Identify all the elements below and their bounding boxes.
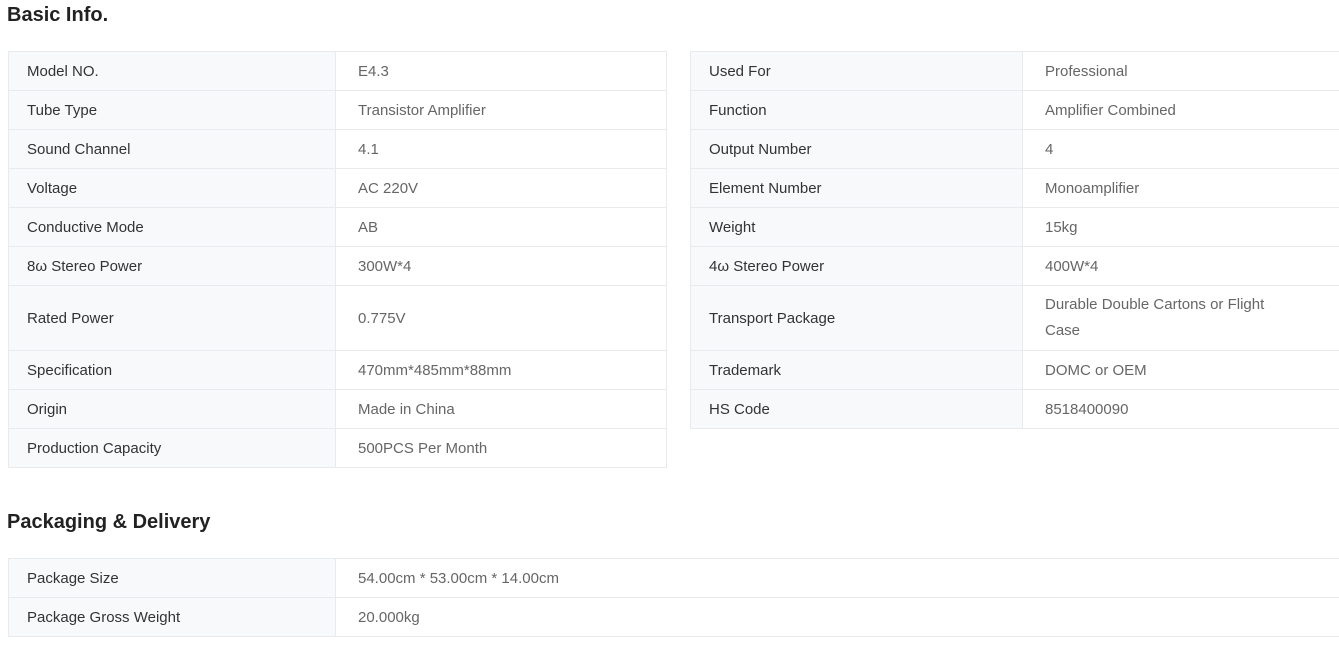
column-gap [667, 208, 691, 247]
empty-cell [691, 429, 1023, 468]
spec-row: Tube Type Transistor Amplifier Function … [9, 91, 1339, 130]
spec-value: 0.775V [336, 286, 667, 351]
spec-row: Package Size 54.00cm * 53.00cm * 14.00cm [9, 559, 1339, 598]
column-gap [667, 169, 691, 208]
spec-label: HS Code [691, 390, 1023, 429]
spec-value: 500PCS Per Month [336, 429, 667, 468]
spec-label: Conductive Mode [9, 208, 336, 247]
spec-row: Voltage AC 220V Element Number Monoampli… [9, 169, 1339, 208]
spec-value: Transistor Amplifier [336, 91, 667, 130]
spec-value: 54.00cm * 53.00cm * 14.00cm [336, 559, 1339, 598]
basic-info-table: Model NO. E4.3 Used For Professional Tub… [8, 51, 1339, 468]
spec-label: Package Size [9, 559, 336, 598]
spec-row: Production Capacity 500PCS Per Month [9, 429, 1339, 468]
spec-row: Specification 470mm*485mm*88mm Trademark… [9, 351, 1339, 390]
spec-label: Voltage [9, 169, 336, 208]
column-gap [667, 351, 691, 390]
empty-cell [1023, 429, 1339, 468]
spec-value: Amplifier Combined [1023, 91, 1339, 130]
spec-label: Package Gross Weight [9, 598, 336, 637]
spec-row: Package Gross Weight 20.000kg [9, 598, 1339, 637]
column-gap [667, 52, 691, 91]
spec-value: 4.1 [336, 130, 667, 169]
spec-label: Rated Power [9, 286, 336, 351]
spec-value: 4 [1023, 130, 1339, 169]
spec-label: Model NO. [9, 52, 336, 91]
spec-label: Specification [9, 351, 336, 390]
spec-value: 20.000kg [336, 598, 1339, 637]
spec-label: Origin [9, 390, 336, 429]
spec-label: Transport Package [691, 286, 1023, 351]
spec-value: DOMC or OEM [1023, 351, 1339, 390]
spec-row: Origin Made in China HS Code 8518400090 [9, 390, 1339, 429]
spec-label: Trademark [691, 351, 1023, 390]
spec-row: Rated Power 0.775V Transport Package Dur… [9, 286, 1339, 351]
spec-value: 470mm*485mm*88mm [336, 351, 667, 390]
column-gap [667, 390, 691, 429]
spec-row: 8ω Stereo Power 300W*4 4ω Stereo Power 4… [9, 247, 1339, 286]
spec-value: Durable Double Cartons or Flight Case [1023, 286, 1339, 351]
spec-label: Production Capacity [9, 429, 336, 468]
spec-row: Conductive Mode AB Weight 15kg [9, 208, 1339, 247]
spec-label: Function [691, 91, 1023, 130]
spec-value: Monoamplifier [1023, 169, 1339, 208]
basic-info-section-title: Basic Info. [7, 3, 1339, 27]
spec-label: Output Number [691, 130, 1023, 169]
packaging-delivery-section-title: Packaging & Delivery [7, 510, 1339, 534]
spec-row: Sound Channel 4.1 Output Number 4 [9, 130, 1339, 169]
spec-value: 8518400090 [1023, 390, 1339, 429]
spec-label: Weight [691, 208, 1023, 247]
spec-value: Made in China [336, 390, 667, 429]
spec-value: 300W*4 [336, 247, 667, 286]
column-gap [667, 91, 691, 130]
spec-row: Model NO. E4.3 Used For Professional [9, 52, 1339, 91]
spec-value: AB [336, 208, 667, 247]
spec-label: Sound Channel [9, 130, 336, 169]
spec-value: Professional [1023, 52, 1339, 91]
column-gap [667, 429, 691, 468]
packaging-delivery-table: Package Size 54.00cm * 53.00cm * 14.00cm… [8, 558, 1339, 637]
spec-label: Element Number [691, 169, 1023, 208]
column-gap [667, 286, 691, 351]
spec-value: 15kg [1023, 208, 1339, 247]
column-gap [667, 130, 691, 169]
column-gap [667, 247, 691, 286]
spec-label: 4ω Stereo Power [691, 247, 1023, 286]
spec-value: 400W*4 [1023, 247, 1339, 286]
spec-label: 8ω Stereo Power [9, 247, 336, 286]
spec-label: Tube Type [9, 91, 336, 130]
spec-value-text: Durable Double Cartons or Flight Case [1045, 292, 1295, 344]
spec-value: E4.3 [336, 52, 667, 91]
spec-label: Used For [691, 52, 1023, 91]
spec-value: AC 220V [336, 169, 667, 208]
